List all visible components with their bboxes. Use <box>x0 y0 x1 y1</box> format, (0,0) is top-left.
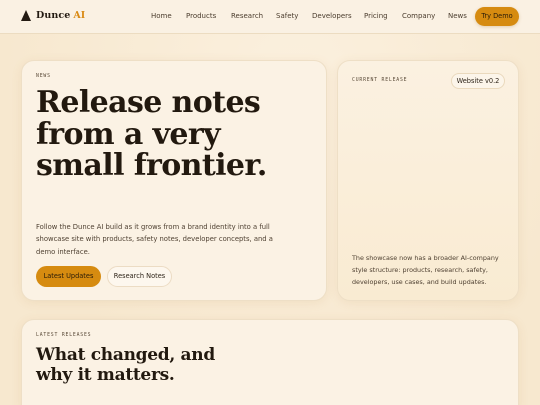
current-release-card: CURRENT RELEASE Website v0.2 The showcas… <box>337 60 519 301</box>
nav-link-home[interactable]: Home <box>151 12 172 20</box>
top-navigation: Dunce AI Home Products Research Safety D… <box>0 0 540 34</box>
nav-link-news[interactable]: News <box>448 12 467 20</box>
release-eyebrow: CURRENT RELEASE <box>352 78 408 83</box>
nav-link-developers[interactable]: Developers <box>312 12 352 20</box>
nav-links: Home Products Research Safety Developers… <box>0 12 540 24</box>
nav-link-research[interactable]: Research <box>231 12 263 20</box>
research-notes-button[interactable]: Research Notes <box>107 266 172 287</box>
latest-releases-card: LATEST RELEASES What changed, and why it… <box>21 319 519 405</box>
hero-title: Release notes from a very small frontier… <box>36 85 267 183</box>
try-demo-button[interactable]: Try Demo <box>475 7 519 26</box>
latest-eyebrow: LATEST RELEASES <box>36 333 92 338</box>
nav-link-safety[interactable]: Safety <box>276 12 298 20</box>
hero-eyebrow: NEWS <box>36 74 51 79</box>
version-badge: Website v0.2 <box>451 73 505 89</box>
release-description: The showcase now has a broader AI-compan… <box>352 254 499 286</box>
nav-link-products[interactable]: Products <box>186 12 216 20</box>
latest-updates-button[interactable]: Latest Updates <box>36 266 101 287</box>
hero-description: Follow the Dunce AI build as it grows fr… <box>36 223 273 256</box>
hero-card: NEWS Release notes from a very small fro… <box>21 60 327 301</box>
nav-link-pricing[interactable]: Pricing <box>364 12 388 20</box>
nav-link-company[interactable]: Company <box>402 12 435 20</box>
latest-title: What changed, and why it matters. <box>36 345 215 385</box>
